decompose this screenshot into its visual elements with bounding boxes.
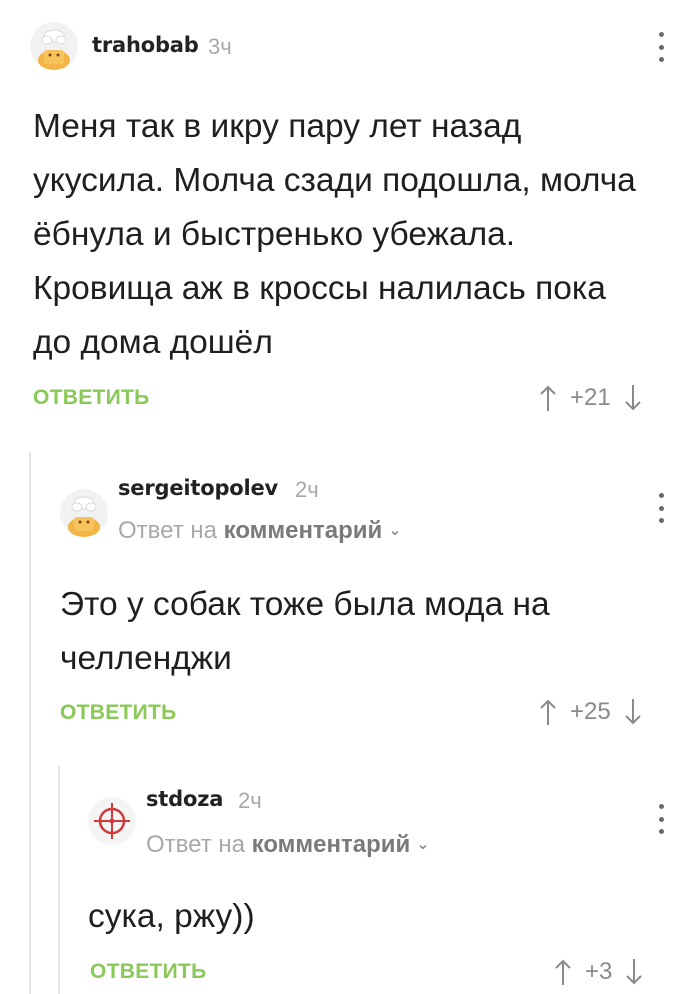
crosshair-avatar-icon: [88, 797, 136, 845]
arrow-down-icon[interactable]: [623, 697, 643, 727]
arrow-down-icon[interactable]: [624, 957, 644, 987]
comment-body: Это у собак тоже была мода на челленджи: [60, 586, 550, 677]
comment-body: Меня так в икру пару лет назад укусила. …: [33, 108, 636, 361]
reply-target: комментарий: [223, 517, 383, 544]
arrow-up-icon[interactable]: [538, 383, 558, 413]
comment: sergeitopolev 2ч Ответ на комментарий ⌄ Э…: [0, 452, 700, 752]
more-menu-icon[interactable]: [655, 32, 667, 62]
username[interactable]: trahobab: [92, 33, 199, 57]
reply-to-link[interactable]: Ответ на комментарий ⌄: [118, 517, 402, 545]
username[interactable]: sergeitopolev: [118, 476, 278, 500]
more-menu-icon[interactable]: [655, 493, 667, 523]
vote-controls: +3: [553, 957, 644, 987]
score: +25: [570, 698, 611, 725]
arrow-up-icon[interactable]: [553, 957, 573, 987]
comment: stdoza 2ч Ответ на комментарий ⌄ сука, рж…: [0, 766, 700, 994]
comment: trahobab 3ч Меня так в икру пару лет наз…: [0, 0, 700, 440]
reply-button[interactable]: ОТВЕТИТЬ: [33, 386, 150, 410]
avatar[interactable]: [30, 22, 78, 70]
more-menu-icon[interactable]: [655, 804, 667, 834]
chevron-down-icon: ⌄: [388, 522, 402, 539]
reply-prefix: Ответ на: [118, 517, 217, 544]
reply-to-link[interactable]: Ответ на комментарий ⌄: [146, 831, 430, 859]
reply-button[interactable]: ОТВЕТИТЬ: [90, 960, 207, 984]
timestamp: 2ч: [238, 788, 262, 813]
timestamp: 3ч: [208, 34, 232, 59]
reply-prefix: Ответ на: [146, 831, 245, 858]
reply-target: комментарий: [251, 831, 411, 858]
username[interactable]: stdoza: [146, 787, 223, 811]
chevron-down-icon: ⌄: [416, 836, 430, 853]
timestamp: 2ч: [295, 477, 319, 502]
user-avatar-icon: [60, 489, 108, 537]
score: +3: [585, 958, 613, 985]
vote-controls: +25: [538, 697, 643, 727]
vote-controls: +21: [538, 383, 643, 413]
user-avatar-icon: [30, 22, 78, 70]
comment-body: сука, ржу)): [88, 898, 255, 935]
reply-button[interactable]: ОТВЕТИТЬ: [60, 701, 177, 725]
avatar[interactable]: [60, 489, 108, 537]
avatar[interactable]: [88, 797, 136, 845]
score: +21: [570, 384, 611, 411]
arrow-down-icon[interactable]: [623, 383, 643, 413]
arrow-up-icon[interactable]: [538, 697, 558, 727]
